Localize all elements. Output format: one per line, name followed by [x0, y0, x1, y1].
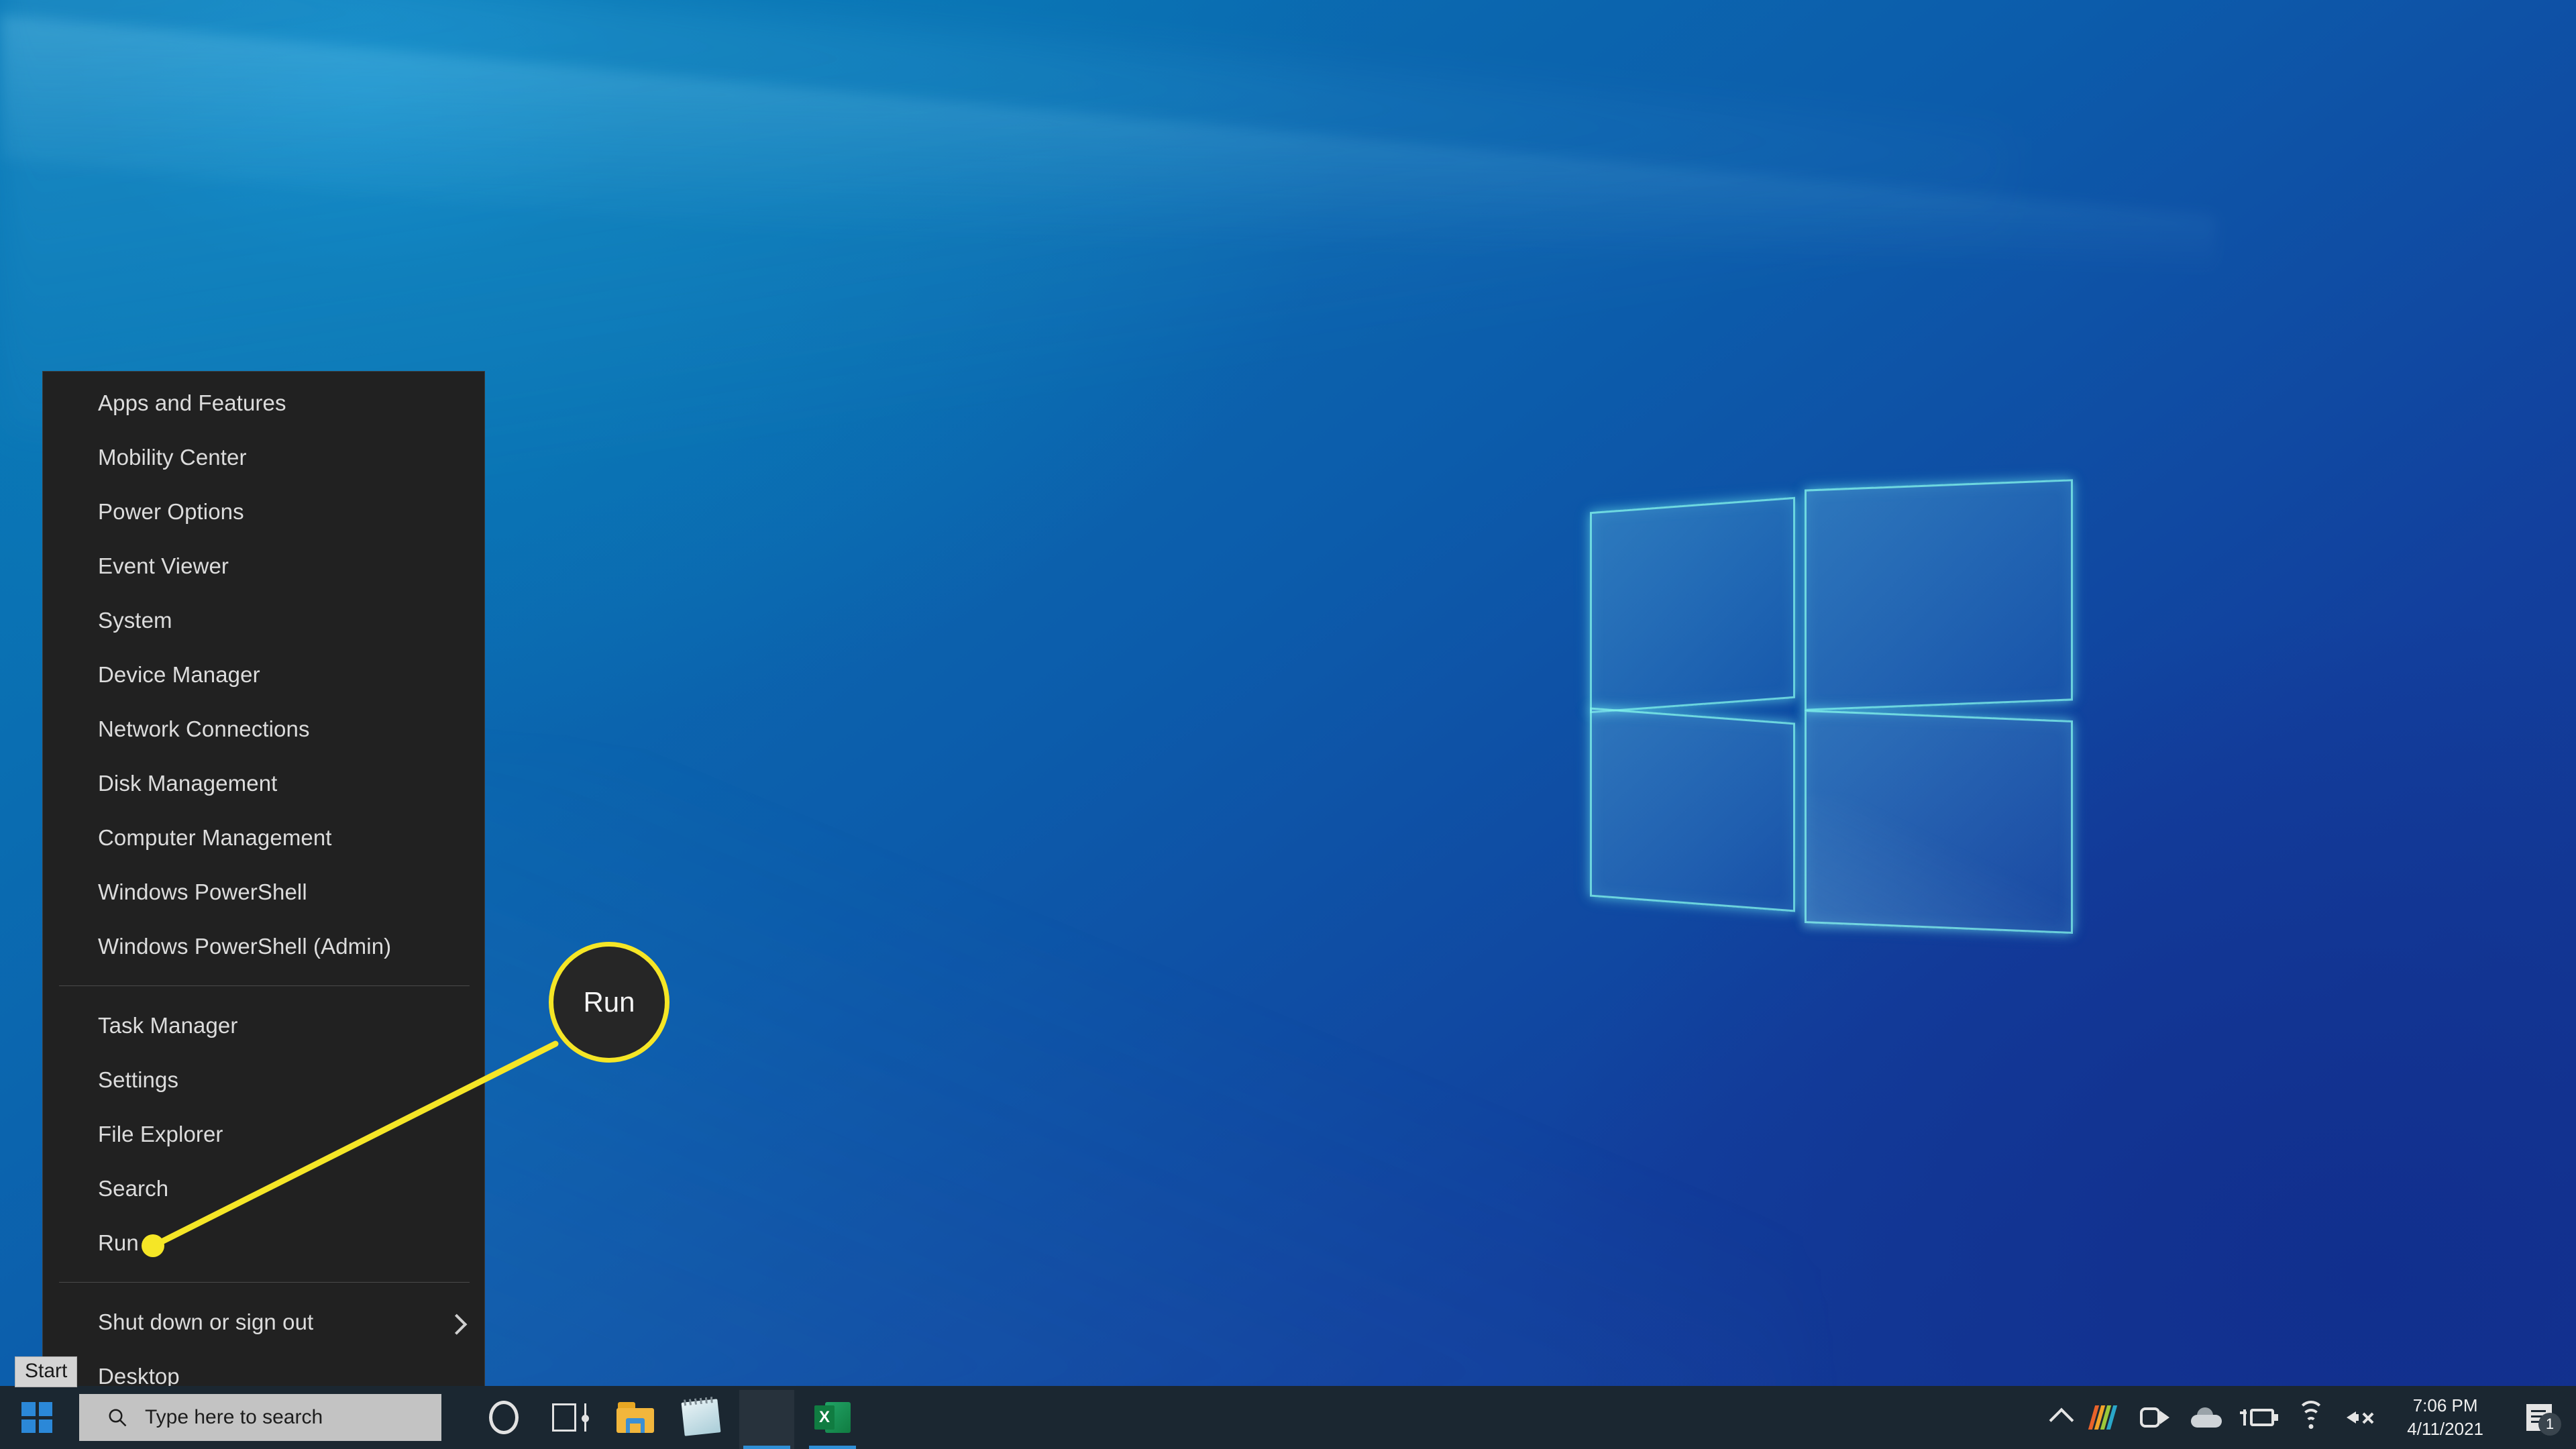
menu-item-label: Device Manager: [98, 661, 260, 687]
taskbar-active-background: [739, 1390, 794, 1449]
battery-charging-icon: [2240, 1407, 2279, 1428]
menu-item-apps-and-features[interactable]: Apps and Features: [43, 376, 484, 430]
system-tray[interactable]: 7:06 PM 4/11/2021 1: [2042, 1386, 2576, 1449]
excel-icon: X: [814, 1401, 851, 1434]
start-button-tooltip: Start: [15, 1356, 78, 1387]
menu-item-label: Disk Management: [98, 770, 278, 796]
tray-volume[interactable]: [2336, 1386, 2388, 1449]
menu-item-settings[interactable]: Settings: [43, 1053, 484, 1107]
menu-item-search[interactable]: Search: [43, 1161, 484, 1216]
winx-power-user-menu[interactable]: Apps and Features Mobility Center Power …: [42, 371, 485, 1403]
taskbar-button-sticky-notes[interactable]: [668, 1386, 734, 1449]
menu-item-disk-management[interactable]: Disk Management: [43, 756, 484, 810]
menu-separator: [59, 985, 470, 986]
start-button[interactable]: [0, 1386, 74, 1449]
taskbar-clock[interactable]: 7:06 PM 4/11/2021: [2388, 1386, 2502, 1449]
hero-pane-top-right: [1805, 479, 2073, 711]
taskbar-button-photos[interactable]: [734, 1386, 800, 1449]
menu-item-label: Settings: [98, 1067, 179, 1092]
windows-hero-logo: [1590, 470, 2078, 966]
menu-item-windows-powershell[interactable]: Windows PowerShell: [43, 865, 484, 919]
menu-item-label: Power Options: [98, 498, 244, 524]
menu-item-shut-down-or-sign-out[interactable]: Shut down or sign out: [43, 1295, 484, 1349]
menu-item-power-options[interactable]: Power Options: [43, 484, 484, 539]
windows-logo-icon: [21, 1402, 52, 1433]
hero-pane-top-left: [1590, 496, 1795, 714]
search-placeholder: Type here to search: [145, 1406, 323, 1428]
menu-item-label: Event Viewer: [98, 553, 229, 578]
menu-item-label: Run: [98, 1230, 139, 1255]
taskbar-running-indicator: [809, 1446, 856, 1449]
chevron-up-icon: [2049, 1407, 2074, 1433]
menu-item-label: Task Manager: [98, 1012, 238, 1038]
taskbar-button-file-explorer[interactable]: [602, 1386, 668, 1449]
menu-item-label: Search: [98, 1175, 169, 1201]
sticky-notes-icon: [681, 1396, 721, 1436]
annotation-callout-bubble: Run: [549, 942, 669, 1063]
tray-network[interactable]: [2286, 1386, 2336, 1449]
menu-item-label: Desktop: [98, 1363, 180, 1389]
colored-stripes-icon: [2088, 1405, 2122, 1430]
taskbar-button-task-view[interactable]: [537, 1386, 602, 1449]
menu-item-label: Shut down or sign out: [98, 1309, 314, 1334]
menu-item-label: Mobility Center: [98, 444, 247, 470]
search-icon: [109, 1409, 127, 1427]
menu-item-label: Computer Management: [98, 824, 332, 850]
menu-item-label: File Explorer: [98, 1121, 223, 1146]
clock-date: 4/11/2021: [2407, 1419, 2483, 1439]
taskbar-running-indicator: [743, 1446, 790, 1449]
webcam-icon: [2140, 1407, 2170, 1428]
menu-item-windows-powershell-admin[interactable]: Windows PowerShell (Admin): [43, 919, 484, 973]
hero-pane-bottom-left: [1590, 707, 1795, 912]
menu-item-mobility-center[interactable]: Mobility Center: [43, 430, 484, 484]
taskbar-buttons[interactable]: X: [471, 1386, 865, 1449]
start-tooltip-label: Start: [25, 1360, 68, 1382]
tray-webcam[interactable]: [2129, 1386, 2180, 1449]
menu-item-task-manager[interactable]: Task Manager: [43, 998, 484, 1053]
menu-item-label: Windows PowerShell: [98, 879, 307, 904]
speaker-muted-icon: [2347, 1407, 2377, 1428]
menu-item-device-manager[interactable]: Device Manager: [43, 647, 484, 702]
taskbar-button-cortana[interactable]: [471, 1386, 537, 1449]
menu-item-label: Network Connections: [98, 716, 310, 741]
annotation-callout-label: Run: [583, 986, 635, 1018]
tray-show-hidden-icons[interactable]: [2042, 1386, 2081, 1449]
tray-battery[interactable]: [2233, 1386, 2286, 1449]
tray-onedrive[interactable]: [2180, 1386, 2233, 1449]
tray-stripes-app[interactable]: [2081, 1386, 2129, 1449]
cortana-circle-icon: [489, 1401, 519, 1434]
menu-item-computer-management[interactable]: Computer Management: [43, 810, 484, 865]
notification-badge: 1: [2538, 1413, 2561, 1436]
action-center-button[interactable]: 1: [2502, 1386, 2576, 1449]
hero-pane-bottom-right: [1805, 709, 2073, 934]
menu-item-event-viewer[interactable]: Event Viewer: [43, 539, 484, 593]
cloud-icon: [2191, 1407, 2222, 1428]
menu-item-label: Apps and Features: [98, 390, 286, 415]
menu-item-label: System: [98, 607, 172, 633]
task-view-icon: [552, 1403, 589, 1432]
file-explorer-icon: [616, 1402, 654, 1433]
search-input[interactable]: Type here to search: [79, 1394, 441, 1441]
menu-item-network-connections[interactable]: Network Connections: [43, 702, 484, 756]
taskbar[interactable]: Type here to search X 7:06 PM 4/11/2021 …: [0, 1386, 2576, 1449]
clock-time: 7:06 PM: [2412, 1395, 2478, 1415]
chevron-right-icon: [446, 1313, 468, 1335]
menu-item-file-explorer[interactable]: File Explorer: [43, 1107, 484, 1161]
menu-item-label: Windows PowerShell (Admin): [98, 933, 392, 959]
menu-item-run[interactable]: Run: [43, 1216, 484, 1270]
taskbar-button-excel[interactable]: X: [800, 1386, 865, 1449]
menu-separator: [59, 1282, 470, 1283]
menu-item-system[interactable]: System: [43, 593, 484, 647]
wifi-icon: [2297, 1401, 2325, 1429]
